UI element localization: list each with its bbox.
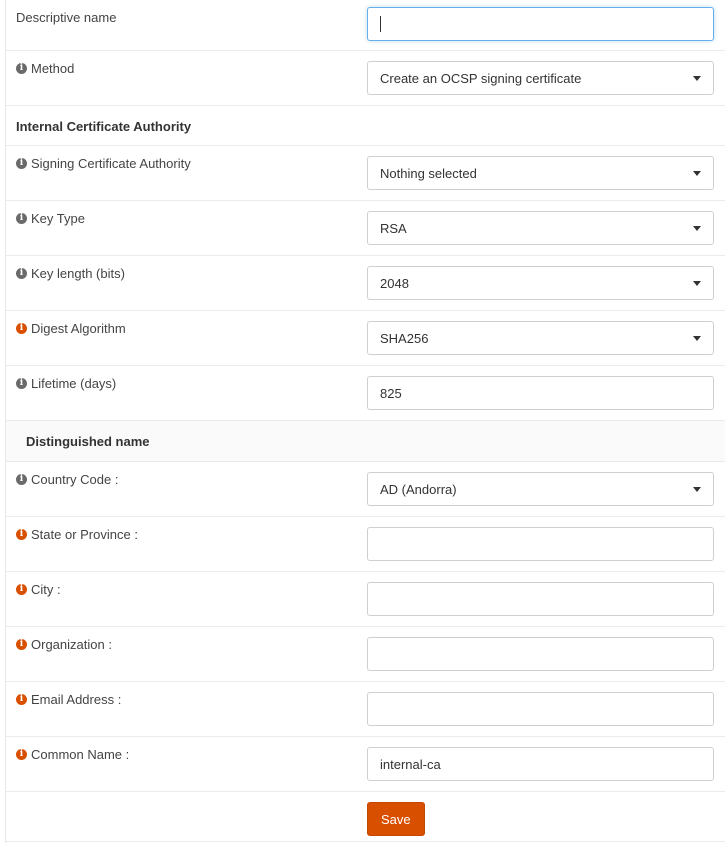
save-button[interactable]: Save [367, 802, 425, 836]
row-city: i City : [6, 572, 725, 627]
common-name-label: i Common Name : [16, 747, 129, 762]
info-icon[interactable]: i [16, 213, 27, 224]
chevron-down-icon [693, 487, 701, 492]
row-digest-algorithm: i Digest Algorithm SHA256 [6, 311, 725, 366]
info-icon[interactable]: i [16, 639, 27, 650]
row-email: i Email Address : [6, 682, 725, 737]
organization-input[interactable] [367, 637, 714, 671]
country-code-label: i Country Code : [16, 472, 118, 487]
lifetime-label: i Lifetime (days) [16, 376, 116, 391]
key-length-label: i Key length (bits) [16, 266, 125, 281]
row-save: Save [6, 792, 725, 842]
info-icon[interactable]: i [16, 474, 27, 485]
email-label: i Email Address : [16, 692, 121, 707]
row-country-code: i Country Code : AD (Andorra) [6, 462, 725, 517]
state-label: i State or Province : [16, 527, 138, 542]
section-distinguished-name-heading: Distinguished name [6, 421, 725, 462]
chevron-down-icon [693, 76, 701, 81]
info-icon[interactable]: i [16, 529, 27, 540]
digest-algorithm-select[interactable]: SHA256 [367, 321, 714, 355]
info-icon[interactable]: i [16, 749, 27, 760]
city-input[interactable] [367, 582, 714, 616]
row-common-name: i Common Name : internal-ca [6, 737, 725, 792]
chevron-down-icon [693, 281, 701, 286]
row-key-length: i Key length (bits) 2048 [6, 256, 725, 311]
chevron-down-icon [693, 336, 701, 341]
descriptive-name-label: Descriptive name [16, 10, 117, 25]
row-lifetime: i Lifetime (days) 825 [6, 366, 725, 421]
certificate-form: Descriptive name i Method Create an OCSP… [5, 0, 725, 843]
key-type-label: i Key Type [16, 211, 85, 226]
signing-ca-select[interactable]: Nothing selected [367, 156, 714, 190]
descriptive-name-input[interactable] [367, 7, 714, 41]
row-descriptive-name: Descriptive name [6, 0, 725, 51]
info-icon[interactable]: i [16, 378, 27, 389]
info-icon[interactable]: i [16, 323, 27, 334]
info-icon[interactable]: i [16, 268, 27, 279]
row-key-type: i Key Type RSA [6, 201, 725, 256]
row-organization: i Organization : [6, 627, 725, 682]
info-icon[interactable]: i [16, 694, 27, 705]
country-code-select[interactable]: AD (Andorra) [367, 472, 714, 506]
chevron-down-icon [693, 226, 701, 231]
key-length-select[interactable]: 2048 [367, 266, 714, 300]
signing-ca-label: i Signing Certificate Authority [16, 156, 191, 171]
method-label: i Method [16, 61, 74, 76]
digest-algorithm-label: i Digest Algorithm [16, 321, 126, 336]
common-name-input[interactable]: internal-ca [367, 747, 714, 781]
row-signing-ca: i Signing Certificate Authority Nothing … [6, 146, 725, 201]
key-type-select[interactable]: RSA [367, 211, 714, 245]
info-icon[interactable]: i [16, 63, 27, 74]
chevron-down-icon [693, 171, 701, 176]
method-select[interactable]: Create an OCSP signing certificate [367, 61, 714, 95]
city-label: i City : [16, 582, 61, 597]
organization-label: i Organization : [16, 637, 112, 652]
row-method: i Method Create an OCSP signing certific… [6, 51, 725, 106]
text-cursor [380, 16, 381, 32]
email-input[interactable] [367, 692, 714, 726]
state-input[interactable] [367, 527, 714, 561]
info-icon[interactable]: i [16, 158, 27, 169]
section-internal-ca-heading: Internal Certificate Authority [6, 106, 725, 146]
info-icon[interactable]: i [16, 584, 27, 595]
lifetime-input[interactable]: 825 [367, 376, 714, 410]
row-state: i State or Province : [6, 517, 725, 572]
